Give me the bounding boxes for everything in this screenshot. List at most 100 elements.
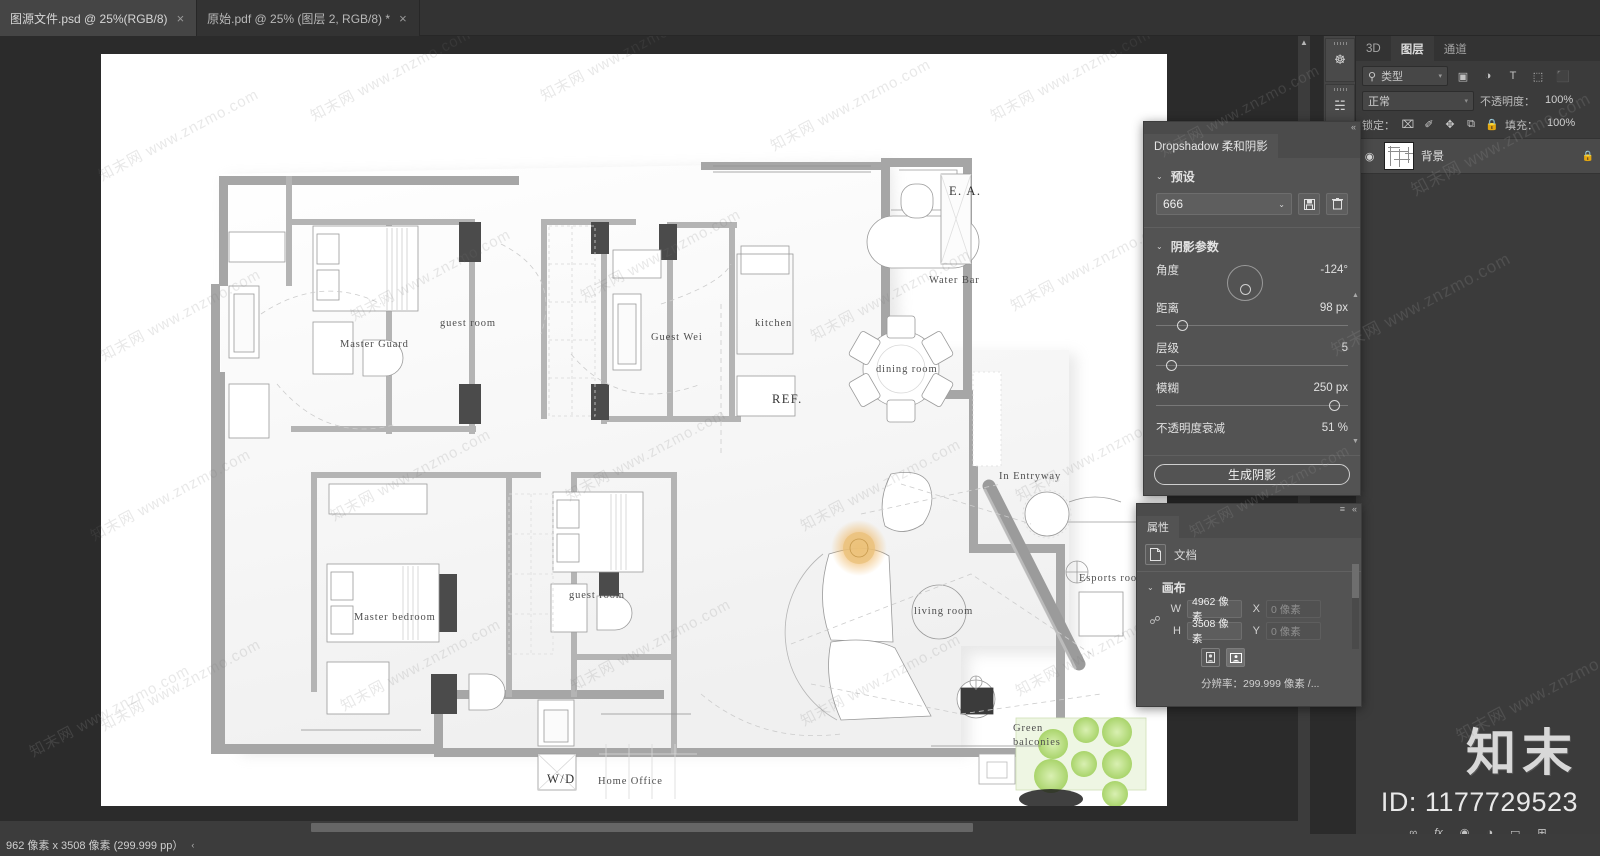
- dropshadow-panel-header[interactable]: «: [1144, 122, 1360, 134]
- status-bar-dimensions: 962 像素 x 3508 像素 (299.999 pp）: [6, 840, 184, 852]
- green-balconies-line1: Green: [1013, 723, 1044, 734]
- param-level-value[interactable]: 5: [1342, 342, 1348, 354]
- width-key: W: [1170, 603, 1181, 615]
- angle-dial[interactable]: [1227, 265, 1263, 301]
- dropshadow-panel-scrollbar[interactable]: ▲ ▼: [1352, 292, 1359, 447]
- lock-transparency-icon[interactable]: ⌧: [1400, 117, 1416, 133]
- layer-filter-value: 类型: [1381, 71, 1404, 83]
- tab-channels[interactable]: 通道: [1433, 36, 1477, 61]
- lock-all-icon[interactable]: 🔒: [1484, 117, 1500, 133]
- blur-slider[interactable]: [1156, 399, 1348, 413]
- shape-filter-icon[interactable]: ⬚: [1528, 66, 1548, 86]
- layer-name[interactable]: 背景: [1421, 148, 1444, 164]
- layer-thumbnail: [1384, 142, 1414, 170]
- layers-panel-tabs: 3D 图层 通道: [1356, 36, 1600, 61]
- preset-row: 666 ⌄: [1144, 189, 1360, 225]
- portrait-orientation-button[interactable]: [1201, 648, 1220, 667]
- panel-menu-icon[interactable]: ≡: [1340, 504, 1345, 514]
- tab-3d[interactable]: 3D: [1356, 36, 1391, 61]
- delete-preset-button[interactable]: [1326, 193, 1348, 215]
- param-level-row: 层级 5: [1156, 337, 1348, 359]
- param-blur-value[interactable]: 250 px: [1313, 382, 1348, 394]
- canvas-size-grid: ☍ W 4962 像素 X 0 像素 H 3508 像素 Y 0 像素: [1137, 596, 1361, 645]
- param-angle-label: 角度: [1156, 265, 1179, 277]
- room-label-green-balconies: Green balconies: [1013, 722, 1061, 750]
- level-slider[interactable]: [1156, 359, 1348, 373]
- preset-section-header[interactable]: ⌄ 预设: [1144, 158, 1360, 189]
- status-bar-expand-icon[interactable]: ‹: [191, 840, 194, 850]
- generate-shadow-button[interactable]: 生成阴影: [1154, 464, 1350, 485]
- distance-slider[interactable]: [1156, 319, 1348, 333]
- green-balconies-line2: balconies: [1013, 737, 1061, 749]
- properties-tab-row: 属性: [1137, 516, 1361, 538]
- param-blur-label: 模糊: [1156, 383, 1179, 395]
- canvas-height-line: H 3508 像素 Y 0 像素: [1169, 618, 1321, 645]
- slider-handle[interactable]: [1177, 320, 1189, 331]
- canvas-horizontal-scrollbar[interactable]: [0, 821, 1310, 834]
- artboard[interactable]: E. A. Water Bar kitchen REF. dining room…: [88, 36, 1179, 806]
- layers-panel: 3D 图层 通道 ⚲ 类型 ▾ ▣ ◑ T ⬚ ⬛ 正常 ▾ 不透明度： 100…: [1356, 36, 1600, 821]
- tab-layers[interactable]: 图层: [1390, 36, 1434, 61]
- layer-row-background[interactable]: ◉ 背景 🔒: [1356, 138, 1600, 174]
- image-filter-icon[interactable]: ▣: [1453, 66, 1473, 86]
- preset-section-title: 预设: [1170, 170, 1195, 184]
- room-label-ref: REF.: [772, 392, 803, 406]
- properties-panel-header[interactable]: ≡ «: [1137, 504, 1361, 516]
- eye-icon[interactable]: ◉: [1362, 150, 1377, 163]
- scroll-up-icon[interactable]: ▲: [1352, 292, 1359, 300]
- canvas-section-title: 画布: [1161, 581, 1186, 595]
- slider-handle[interactable]: [1328, 400, 1340, 411]
- angle-dial-knob[interactable]: [1240, 284, 1251, 295]
- properties-scroll-thumb[interactable]: [1352, 564, 1359, 598]
- blend-mode-select[interactable]: 正常 ▾: [1362, 91, 1474, 111]
- lock-label: 锁定：: [1362, 119, 1395, 132]
- canvas-height-input[interactable]: 3508 像素: [1187, 618, 1242, 645]
- param-distance-value[interactable]: 98 px: [1320, 302, 1348, 314]
- param-opacity-falloff-value[interactable]: 51 %: [1322, 422, 1348, 434]
- properties-panel-scrollbar[interactable]: [1352, 564, 1359, 649]
- document-row: 文档: [1137, 538, 1361, 571]
- opacity-input[interactable]: 100%: [1541, 93, 1577, 110]
- horizontal-scroll-thumb[interactable]: [311, 823, 973, 832]
- collapse-icon[interactable]: «: [1352, 504, 1357, 514]
- scroll-up-icon[interactable]: ▲: [1298, 38, 1310, 47]
- layer-lock-icon[interactable]: 🔒: [1582, 151, 1594, 162]
- layer-filter-type-select[interactable]: ⚲ 类型 ▾: [1362, 66, 1448, 86]
- drag-grip-icon: [1334, 88, 1348, 91]
- landscape-orientation-button[interactable]: [1226, 648, 1245, 667]
- adjustment-filter-icon[interactable]: ◑: [1478, 66, 1498, 86]
- tab-properties[interactable]: 属性: [1137, 516, 1179, 538]
- slider-handle[interactable]: [1165, 360, 1177, 371]
- canvas-fields: W 4962 像素 X 0 像素 H 3508 像素 Y 0 像素: [1169, 596, 1321, 645]
- lock-pixels-icon[interactable]: ✐: [1421, 117, 1437, 133]
- param-angle-value[interactable]: -124°: [1320, 264, 1348, 276]
- params-section-header[interactable]: ⌄ 阴影参数: [1144, 228, 1360, 259]
- close-icon[interactable]: ×: [177, 12, 185, 25]
- tab-dropshadow[interactable]: Dropshadow 柔和阴影: [1144, 134, 1278, 158]
- lock-artboard-icon[interactable]: ⧉: [1463, 117, 1479, 133]
- document-tab-pdf-label: 原始.pdf @ 25% (图层 2, RGB/8) *: [207, 11, 391, 26]
- collapse-icon[interactable]: «: [1351, 122, 1356, 132]
- text-filter-icon[interactable]: T: [1503, 66, 1523, 86]
- fill-input[interactable]: 100%: [1543, 116, 1579, 133]
- preset-select[interactable]: 666 ⌄: [1156, 193, 1292, 215]
- smart-filter-icon[interactable]: ⬛: [1553, 66, 1573, 86]
- canvas-x-input[interactable]: 0 像素: [1266, 600, 1321, 618]
- dropshadow-panel: « Dropshadow 柔和阴影 ⌄ 预设 666 ⌄ ⌄ 阴影参数 角度 -…: [1143, 121, 1361, 496]
- close-icon[interactable]: ×: [399, 12, 407, 25]
- dock-history-icon[interactable]: ☸: [1325, 38, 1355, 82]
- canvas-y-input[interactable]: 0 像素: [1266, 622, 1321, 640]
- slider-track: [1156, 365, 1348, 366]
- scroll-down-icon[interactable]: ▼: [1352, 438, 1359, 446]
- params-section-title: 阴影参数: [1170, 240, 1219, 254]
- canvas-area[interactable]: E. A. Water Bar kitchen REF. dining room…: [0, 36, 1310, 821]
- lock-position-icon[interactable]: ✥: [1442, 117, 1458, 133]
- document-tab-pdf[interactable]: 原始.pdf @ 25% (图层 2, RGB/8) * ×: [197, 0, 420, 36]
- preset-value: 666: [1163, 197, 1184, 211]
- x-key: X: [1252, 603, 1260, 615]
- document-tab-psd[interactable]: 图源文件.psd @ 25%(RGB/8) ×: [0, 0, 198, 36]
- save-preset-button[interactable]: [1298, 193, 1320, 215]
- link-icon[interactable]: ☍: [1147, 614, 1163, 627]
- canvas-section-header[interactable]: ⌄ 画布: [1137, 572, 1361, 600]
- floorplan-drawing: [101, 54, 1167, 806]
